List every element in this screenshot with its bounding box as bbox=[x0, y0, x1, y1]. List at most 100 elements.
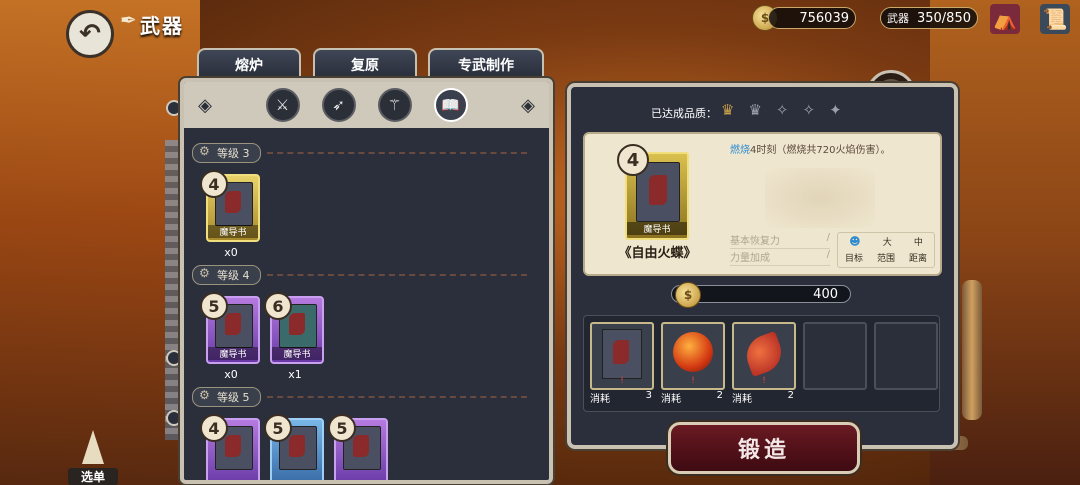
filter-bar: ◈ ⚔ ➶ ⚚ 📖 ◈ bbox=[184, 82, 549, 128]
quest-scroll-icon[interactable]: 📜 bbox=[1040, 4, 1070, 34]
material-marker: ! bbox=[620, 376, 624, 386]
forge-button-label: 锻造 bbox=[737, 438, 790, 463]
material-slot[interactable]: ! bbox=[590, 322, 654, 390]
desc-keyword: 燃烧 bbox=[730, 145, 750, 156]
material-slot[interactable]: ! bbox=[732, 322, 796, 390]
rank-badge: 6 bbox=[264, 292, 292, 320]
filter-next-icon[interactable]: ◈ bbox=[515, 92, 541, 118]
target-values: ☻ 大 中 bbox=[838, 233, 934, 249]
diamond-icon: ✧ bbox=[802, 101, 816, 119]
shop-tent-icon[interactable]: ⛺ bbox=[990, 4, 1020, 34]
filter-bow-icon[interactable]: ➶ bbox=[321, 88, 356, 122]
open-book-watermark bbox=[765, 168, 875, 228]
materials-panel: ! 消耗 3 ! 消耗 2 ! 消耗 2 bbox=[583, 315, 940, 412]
level-header: 等级 3 bbox=[192, 143, 527, 163]
weapon-counter-label: 武器 bbox=[887, 12, 909, 25]
gold-coin-icon: $ bbox=[675, 282, 701, 308]
quill-icon: ✒ bbox=[120, 8, 137, 32]
stat-sep: / bbox=[826, 249, 830, 260]
stat-box: 基本恢复力 / 力量加成 / bbox=[730, 232, 830, 266]
page-title: 武器 bbox=[140, 14, 184, 38]
divider bbox=[266, 274, 527, 276]
stat-label: 基本恢复力 bbox=[730, 236, 780, 247]
filter-prev-icon[interactable]: ◈ bbox=[192, 92, 218, 118]
pipe-decoration bbox=[962, 280, 982, 420]
target-info: ☻ 大 中 目标 范围 距离 bbox=[837, 232, 935, 268]
stat-sep: / bbox=[826, 232, 830, 243]
card-type-label: 魔导书 bbox=[208, 225, 258, 238]
tab-forge[interactable]: 熔炉 bbox=[197, 48, 301, 80]
back-arrow-icon: ↶ bbox=[79, 19, 101, 49]
spike-icon bbox=[82, 430, 104, 464]
divider bbox=[266, 152, 527, 154]
material-marker: ! bbox=[762, 376, 766, 386]
rank-badge: 5 bbox=[200, 292, 228, 320]
level-header: 等级 4 bbox=[192, 265, 527, 285]
tab-restore[interactable]: 复原 bbox=[313, 48, 417, 80]
weapon-counter: 武器 350/850 bbox=[880, 7, 978, 29]
card-quantity: x0 bbox=[224, 246, 238, 259]
rank-badge: 5 bbox=[264, 414, 292, 442]
distance-value: 中 bbox=[913, 237, 923, 248]
card-type-label: 魔导书 bbox=[208, 347, 258, 360]
card-quantity: x1 bbox=[288, 368, 302, 381]
divider bbox=[266, 396, 527, 398]
grimoire-icon bbox=[602, 329, 642, 379]
fire-feather-icon bbox=[740, 330, 788, 378]
back-button[interactable]: ↶ bbox=[66, 10, 114, 58]
target-labels: 目标 范围 距离 bbox=[838, 249, 934, 265]
range-label: 范围 bbox=[876, 253, 895, 264]
material-label: 消耗 2 bbox=[732, 390, 794, 405]
quality-label: 已达成品质： bbox=[651, 107, 717, 120]
weapon-description: 燃烧4时刻（燃烧共720火焰伤害）。 bbox=[730, 144, 930, 158]
target-label: 目标 bbox=[844, 253, 863, 264]
rank-badge: 4 bbox=[200, 170, 228, 198]
filter-staff-icon[interactable]: ⚚ bbox=[377, 88, 412, 122]
level-label: 等级 4 bbox=[192, 265, 261, 285]
distance-label: 距离 bbox=[908, 253, 927, 264]
stat-row: 基本恢复力 / bbox=[730, 232, 830, 249]
card-type-label: 魔导书 bbox=[272, 347, 322, 360]
desc-text: 4时刻（燃烧共720火焰伤害）。 bbox=[750, 145, 891, 156]
weapon-detail-card: 魔导书 4 《自由火蝶》 燃烧4时刻（燃烧共720火焰伤害）。 基本恢复力 / 力… bbox=[583, 132, 942, 276]
tab-exclusive-label: 专武制作 bbox=[458, 58, 514, 74]
filter-book-icon[interactable]: 📖 bbox=[433, 88, 468, 122]
quality-icons: ♛ ♛ ✧ ✧ ✦ bbox=[721, 101, 842, 119]
forge-cost-value: 400 bbox=[813, 287, 838, 302]
stat-row: 力量加成 / bbox=[730, 249, 830, 266]
level-header: 等级 5 bbox=[192, 387, 527, 407]
diamond-icon: ✦ bbox=[829, 101, 842, 119]
forge-button[interactable]: 锻造 bbox=[668, 422, 860, 474]
tab-exclusive-craft[interactable]: 专武制作 bbox=[428, 48, 544, 80]
gold-counter: 756039 bbox=[768, 7, 856, 29]
level-label: 等级 5 bbox=[192, 387, 261, 407]
card-quantity: x0 bbox=[224, 368, 238, 381]
rank-badge: 4 bbox=[617, 144, 649, 176]
gold-amount: 756039 bbox=[799, 10, 849, 26]
range-value: 大 bbox=[882, 237, 892, 248]
weapon-detail-panel: 已达成品质： ♛ ♛ ✧ ✧ ✦ 魔导书 4 《自由火蝶》 燃烧4时刻（燃烧共7… bbox=[567, 83, 958, 449]
tab-restore-label: 复原 bbox=[351, 58, 379, 74]
crown-icon: ♛ bbox=[721, 101, 735, 119]
material-label: 消耗 3 bbox=[590, 390, 652, 405]
tab-forge-label: 熔炉 bbox=[235, 58, 263, 74]
rank-badge: 4 bbox=[200, 414, 228, 442]
target-type-icon: ☻ bbox=[849, 234, 861, 248]
fire-orb-icon bbox=[673, 332, 713, 372]
rank-badge: 5 bbox=[328, 414, 356, 442]
card-type-label: 魔导书 bbox=[627, 222, 687, 235]
filter-sword-icon[interactable]: ⚔ bbox=[265, 88, 300, 122]
diamond-icon: ✧ bbox=[775, 101, 789, 119]
crown-icon: ♛ bbox=[748, 101, 762, 119]
material-slot[interactable]: ! bbox=[661, 322, 725, 390]
material-label: 消耗 2 bbox=[661, 390, 723, 405]
select-menu-label: 选单 bbox=[68, 468, 118, 485]
chain-rail bbox=[165, 140, 179, 440]
weapon-name: 《自由火蝶》 bbox=[618, 246, 697, 261]
material-slot-empty bbox=[874, 322, 938, 390]
material-slot-empty bbox=[803, 322, 867, 390]
select-menu-button[interactable]: 选单 bbox=[58, 430, 128, 485]
material-marker: ! bbox=[691, 376, 695, 386]
level-label: 等级 3 bbox=[192, 143, 261, 163]
weapon-counter-value: 350/850 bbox=[916, 10, 971, 26]
